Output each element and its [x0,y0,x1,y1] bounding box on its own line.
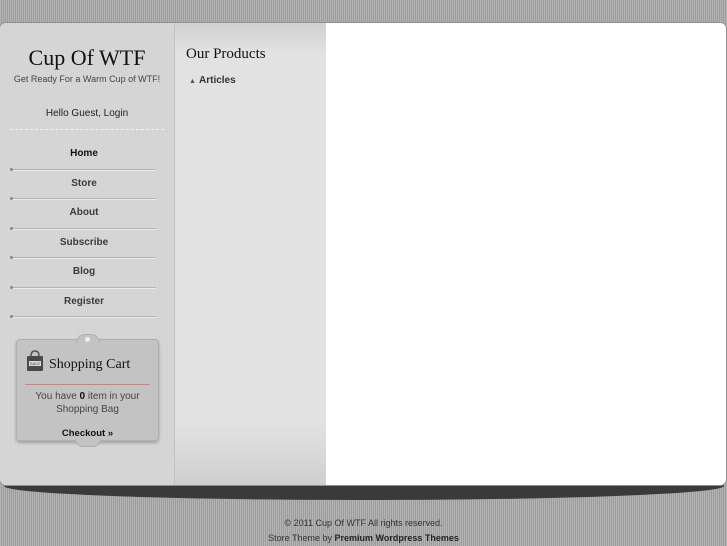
shopping-bag-icon: SALE [27,350,43,371]
nav-item-about[interactable]: About [10,199,156,230]
products-title: Our Products [186,46,266,62]
divider [10,129,164,130]
cart-divider [25,384,150,385]
nav-item-label: Subscribe [59,236,109,248]
main-nav: Home Store About Subscribe Blog Register [10,140,156,318]
cart-summary: You have 0 item in your Shopping Bag [17,390,158,416]
main-content [327,23,726,485]
credit-prefix: Store Theme by [268,533,335,543]
cart-title: Shopping Cart [49,357,131,372]
nav-item-blog[interactable]: Blog [10,258,156,289]
arrow-icon: ▲ [189,78,196,85]
sidebar: Cup Of WTF Get Ready For a Warm Cup of W… [0,23,175,485]
nav-item-label: Store [71,177,97,189]
checkout-link[interactable]: Checkout » [17,428,158,439]
cart-text-before: You have [35,391,80,402]
svg-text:SALE: SALE [30,361,41,366]
copyright: © 2011 Cup Of WTF All rights reserved. [284,518,443,528]
nav-item-label: Home [70,148,98,159]
page-frame: Cup Of WTF Get Ready For a Warm Cup of W… [0,23,726,485]
nav-item-label: About [69,207,99,218]
products-column: Our Products ▲ Articles [175,23,326,485]
articles-link[interactable]: Articles [199,75,236,86]
site-title[interactable]: Cup Of WTF [0,45,174,71]
nav-item-home[interactable]: Home [10,140,156,171]
cart-hook [76,334,100,343]
nav-item-subscribe[interactable]: Subscribe [10,229,156,259]
credit-link[interactable]: Premium Wordpress Themes [335,533,459,543]
nav-item-store[interactable]: Store [10,170,156,200]
login-link[interactable]: Hello Guest, Login [0,108,174,119]
nav-item-register[interactable]: Register [10,288,156,318]
cart-tail [75,439,101,447]
bullet-icon [10,315,13,318]
nav-item-label: Blog [72,266,96,277]
shopping-cart-widget: SALE Shopping Cart You have 0 item in yo… [16,334,159,447]
site-tagline: Get Ready For a Warm Cup of WTF! [13,74,161,84]
nav-item-label: Register [63,295,104,307]
footer: © 2011 Cup Of WTF All rights reserved. S… [0,516,727,546]
hook-hole [85,337,90,342]
credit: Store Theme by Premium Wordpress Themes [0,531,727,546]
